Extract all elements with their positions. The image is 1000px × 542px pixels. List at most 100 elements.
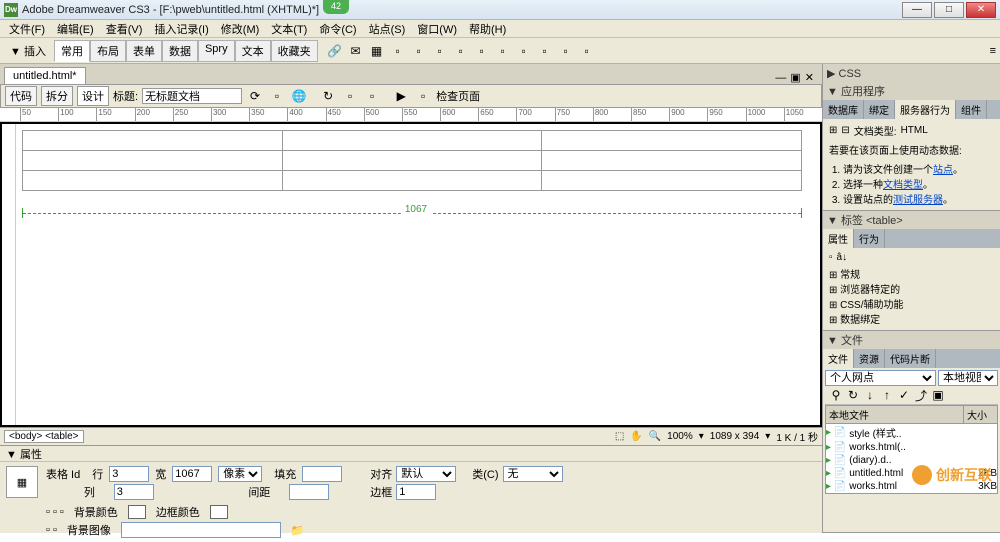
files-tab[interactable]: 代码片断 [885,349,936,368]
server-icon[interactable]: ▫ [473,42,491,60]
close-button[interactable]: ✕ [966,2,996,18]
insert-tab[interactable]: Spry [198,40,235,62]
step-link[interactable]: 测试服务器 [893,195,943,206]
zoom-tool-icon[interactable]: 🔍 [649,431,661,442]
get-icon[interactable]: ↓ [863,388,877,402]
insert-label[interactable]: ▼ 插入 [4,43,52,59]
connect-icon[interactable]: ⚲ [829,388,843,402]
files-panel-head[interactable]: ▼ 文件 [823,331,1000,349]
bgimage-input[interactable] [121,522,281,538]
image-icon[interactable]: ▫ [389,42,407,60]
file-row[interactable]: ▸ 📄works.html(.. [826,441,997,454]
tag-tab[interactable]: 属性 [823,229,854,248]
app-tab[interactable]: 组件 [956,100,987,119]
script-icon[interactable]: ▫ [536,42,554,60]
properties-header[interactable]: ▼ 属性 [0,446,822,462]
menu-item[interactable]: 文件(F) [4,20,50,38]
selected-table[interactable] [22,130,802,191]
menu-item[interactable]: 修改(M) [216,20,265,38]
date-icon[interactable]: ▫ [452,42,470,60]
head-icon[interactable]: ▫ [515,42,533,60]
insert-tab[interactable]: 常用 [54,40,90,62]
menu-item[interactable]: 编辑(E) [52,20,99,38]
document-tab[interactable]: untitled.html* [4,67,86,84]
css-panel-head[interactable]: ▶ CSS [823,64,1000,82]
tag-category[interactable]: ⊞ CSS/辅助功能 [829,296,994,311]
design-canvas[interactable]: 1067 [0,122,822,427]
hand-tool-icon[interactable]: ✋ [630,431,642,442]
tag-category[interactable]: ⊞ 浏览器特定的 [829,281,994,296]
file-row[interactable]: ▸ 📄style (样式.. [826,424,997,441]
hyperlink-icon[interactable]: 🔗 [326,42,344,60]
rows-input[interactable] [109,466,149,482]
select-tool-icon[interactable]: ⬚ [615,431,624,442]
tag-category[interactable]: ⊞ 常规 [829,266,994,281]
minus-icon[interactable]: ⊟ [841,125,849,136]
plus-icon[interactable]: ⊞ [829,125,837,136]
col-name[interactable]: 本地文件 [826,406,963,423]
checkout-icon[interactable]: ✓ [897,388,911,402]
tag-icon[interactable]: ▫ [578,42,596,60]
spacing-input[interactable] [289,484,329,500]
bgcolor-swatch[interactable] [128,505,146,519]
app-tab[interactable]: 绑定 [864,100,895,119]
tb-b-icon[interactable]: ▫ [268,87,286,105]
insert-tab[interactable]: 布局 [90,40,126,62]
maximize-button[interactable]: □ [934,2,964,18]
put-icon[interactable]: ↑ [880,388,894,402]
comment-icon[interactable]: ▫ [494,42,512,60]
tag-selector[interactable]: <body> <table> [4,430,84,443]
app-tab[interactable]: 数据库 [823,100,864,119]
step-link[interactable]: 站点 [933,165,953,176]
tb-refresh-icon[interactable]: ↻ [319,87,337,105]
app-tab[interactable]: 服务器行为 [895,100,956,119]
table-icon[interactable]: ▦ [368,42,386,60]
padding-input[interactable] [302,466,342,482]
tb-visual-icon[interactable]: ▫ [414,87,432,105]
tb-a-icon[interactable]: ⟳ [246,87,264,105]
site-select[interactable]: 个人网点 [825,370,936,386]
menu-item[interactable]: 帮助(H) [464,20,511,38]
col-size[interactable]: 大小 [963,406,997,423]
templates-icon[interactable]: ▫ [557,42,575,60]
tb-globe-icon[interactable]: 🌐 [290,87,308,105]
menu-item[interactable]: 命令(C) [314,20,361,38]
window-dimensions[interactable]: 1089 x 394 [710,431,760,442]
width-input[interactable] [172,466,212,482]
menu-item[interactable]: 插入记录(I) [149,20,213,38]
tb-options-icon[interactable]: ▫ [363,87,381,105]
files-tab[interactable]: 资源 [854,349,885,368]
expand-icon[interactable]: ▣ [931,388,945,402]
width-unit-select[interactable]: 像素 [218,466,262,482]
media-icon[interactable]: ▫ [410,42,428,60]
app-panel-head[interactable]: ▼ 应用程序 [823,82,1000,100]
insert-tab[interactable]: 收藏夹 [271,40,318,62]
insert-tab[interactable]: 文本 [235,40,271,62]
tag-tab[interactable]: 行为 [854,229,885,248]
split-view-button[interactable]: 拆分 [41,86,73,106]
doc-close-icon[interactable]: ✕ [805,71,814,84]
notification-badge[interactable]: 42 [323,0,349,14]
tag-sort-icon[interactable]: â↓ [837,252,848,263]
cols-input[interactable] [114,484,154,500]
email-icon[interactable]: ✉ [347,42,365,60]
menu-item[interactable]: 查看(V) [101,20,148,38]
files-tab[interactable]: 文件 [823,349,854,368]
design-view-button[interactable]: 设计 [77,86,109,106]
menu-item[interactable]: 窗口(W) [412,20,462,38]
convert-icons[interactable]: ▫ ▫ [46,524,57,536]
menu-item[interactable]: 文本(T) [266,20,312,38]
justify-icons[interactable]: ▫ ▫ ▫ [46,506,64,518]
minimize-button[interactable]: — [902,2,932,18]
border-input[interactable] [396,484,436,500]
panel-menu-icon[interactable]: ≡ [990,45,996,57]
tag-panel-head[interactable]: ▼ 标签 <table> [823,211,1000,229]
insert-tab[interactable]: 表单 [126,40,162,62]
div-icon[interactable]: ▫ [431,42,449,60]
tb-preview-icon[interactable]: ▶ [392,87,410,105]
check-page-label[interactable]: 检查页面 [436,88,480,104]
zoom-level[interactable]: 100% [667,431,693,442]
document-title-input[interactable] [142,88,242,104]
step-link[interactable]: 文档类型 [883,180,923,191]
refresh-icon[interactable]: ↻ [846,388,860,402]
